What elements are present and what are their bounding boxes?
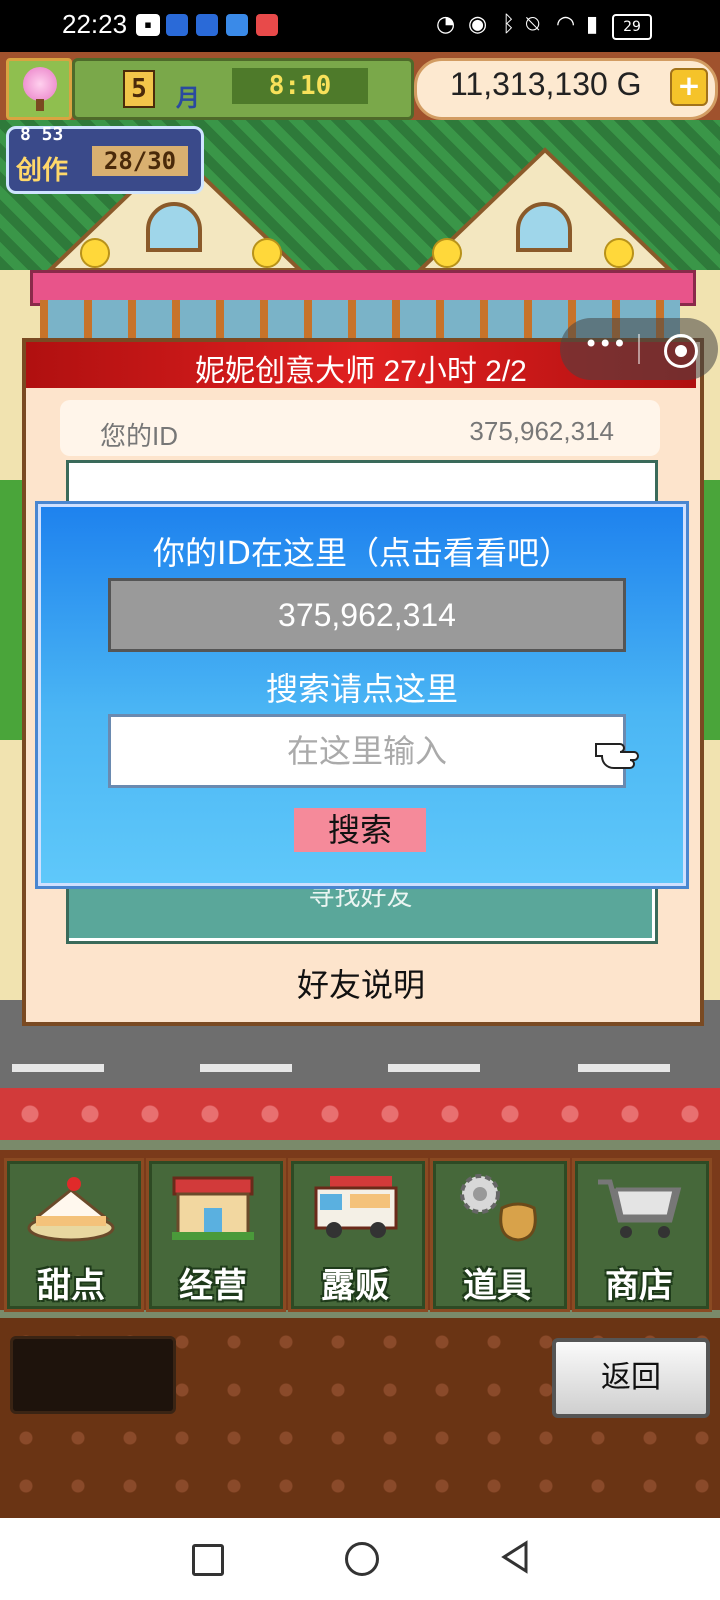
- more-menu-icon[interactable]: •••: [584, 330, 626, 358]
- speedometer-icon: ◔: [436, 12, 456, 37]
- menu-dessert-label: 甜点: [37, 1266, 105, 1306]
- back-button[interactable]: 返回: [552, 1338, 710, 1418]
- battery-icon: 29: [612, 14, 652, 40]
- food-truck-icon: [314, 1176, 398, 1238]
- recents-icon[interactable]: [192, 1544, 224, 1576]
- month-label: 月: [176, 84, 200, 112]
- cake-icon: [27, 1177, 115, 1242]
- menu-items-label: 道具: [463, 1266, 531, 1306]
- bluetooth-icon: ᛒ: [502, 12, 516, 37]
- info-slot: [10, 1336, 176, 1414]
- badge-label: 创作: [16, 156, 69, 186]
- money-value: 11,313,130 G: [450, 66, 642, 102]
- home-icon[interactable]: [345, 1542, 379, 1576]
- lamp-icon: [432, 238, 462, 268]
- close-miniprogram-icon[interactable]: [664, 334, 698, 368]
- eye-icon: ◉: [468, 12, 488, 37]
- capsule-divider: [638, 334, 640, 364]
- month-number: 5: [123, 70, 155, 108]
- lamp-icon: [604, 238, 634, 268]
- lane-marking: [200, 1064, 292, 1072]
- lamp-icon: [80, 238, 110, 268]
- friend-help-button[interactable]: 好友说明: [26, 960, 696, 1006]
- tree: [0, 480, 22, 740]
- tree-trunk: [36, 99, 44, 111]
- decorative-strip: [0, 1088, 720, 1140]
- status-bar: 22:23 ▪ ◔ ◉ ᛒ ⍉ ◠ ▮ 29: [0, 0, 720, 52]
- mute-bell-icon: ⍉: [526, 12, 540, 37]
- shop-icon: [172, 1176, 254, 1240]
- lamp-icon: [252, 238, 282, 268]
- dialog-title: 你的ID在这里（点击看看吧）: [152, 534, 572, 572]
- menu-food-truck-label: 露贩: [321, 1266, 389, 1306]
- back-nav-icon[interactable]: [500, 1540, 530, 1574]
- add-money-button[interactable]: +: [670, 68, 708, 106]
- taptap-icon: ▪: [136, 14, 160, 36]
- lane-marking: [12, 1064, 104, 1072]
- shopping-cart-icon: [598, 1179, 682, 1238]
- player-avatar[interactable]: [6, 58, 72, 120]
- search-label: 搜索请点这里: [265, 670, 458, 708]
- id-label: 您的ID: [100, 421, 179, 451]
- item-bag-icon: [460, 1174, 537, 1242]
- id-value: 375,962,314: [469, 416, 614, 446]
- app-notification-icon: [166, 14, 188, 36]
- menu-store-label: 商店: [605, 1266, 673, 1306]
- pointing-hand-icon: [595, 743, 639, 769]
- lane-marking: [578, 1064, 670, 1072]
- menu-business-label: 经营: [179, 1266, 247, 1306]
- alert-icon: ▮: [586, 12, 599, 37]
- lane-marking: [388, 1064, 480, 1072]
- status-time: 22:23: [62, 9, 128, 39]
- badge-count: 28/30: [92, 146, 188, 176]
- app-notification-icon: [226, 14, 248, 36]
- my-id-display[interactable]: 375,962,314: [108, 578, 626, 652]
- search-button[interactable]: 搜索: [294, 808, 426, 852]
- game-clock: 8:10: [232, 68, 368, 104]
- search-input[interactable]: 在这里输入: [108, 714, 626, 788]
- app-notification-icon: [196, 14, 218, 36]
- cherry-tree-icon: [23, 67, 57, 101]
- wifi-icon: ◠: [556, 12, 576, 37]
- app-notification-icon: [256, 14, 278, 36]
- badge-level: 8 53: [20, 124, 64, 145]
